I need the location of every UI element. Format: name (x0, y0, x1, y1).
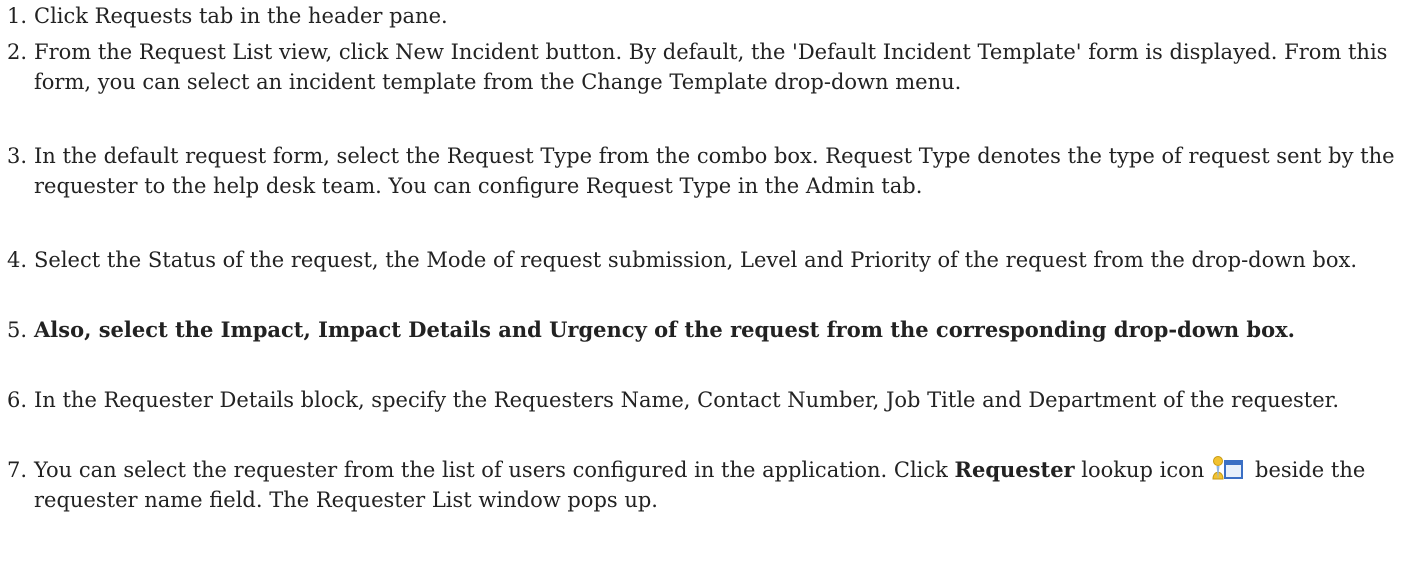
step-item-4: 4. Select the Status of the request, the… (0, 244, 1412, 314)
step-item-7: 7. You can select the requester from the… (0, 454, 1412, 524)
step-item-5: 5. Also, select the Impact, Impact Detai… (0, 314, 1412, 384)
step-item-6: 6. In the Requester Details block, speci… (0, 384, 1412, 454)
step-text: In the default request form, select the … (34, 144, 1395, 198)
step-number: 4. (7, 248, 28, 272)
requester-emphasis: Requester (954, 457, 1075, 482)
step-number: 7. (7, 458, 28, 482)
requester-lookup-icon (1210, 455, 1244, 481)
step-number: 2. (7, 40, 28, 64)
step-number: 5. (7, 318, 28, 342)
step-item-1: 1. Click Requests tab in the header pane… (0, 0, 1412, 36)
step-number: 3. (7, 144, 28, 168)
step-text: Click Requests tab in the header pane. (34, 4, 448, 28)
instruction-steps: 1. Click Requests tab in the header pane… (0, 0, 1412, 524)
step-text: From the Request List view, click New In… (34, 40, 1388, 94)
step-item-3: 3. In the default request form, select t… (0, 140, 1412, 244)
step-number: 6. (7, 388, 28, 412)
step-text: Also, select the Impact, Impact Details … (34, 317, 1295, 342)
step-item-2: 2. From the Request List view, click New… (0, 36, 1412, 140)
step-text: In the Requester Details block, specify … (34, 388, 1340, 412)
step-text-before: You can select the requester from the li… (34, 458, 955, 482)
step-text: Select the Status of the request, the Mo… (34, 248, 1358, 272)
step-text-middle: lookup icon (1074, 458, 1205, 482)
step-number: 1. (7, 4, 28, 28)
